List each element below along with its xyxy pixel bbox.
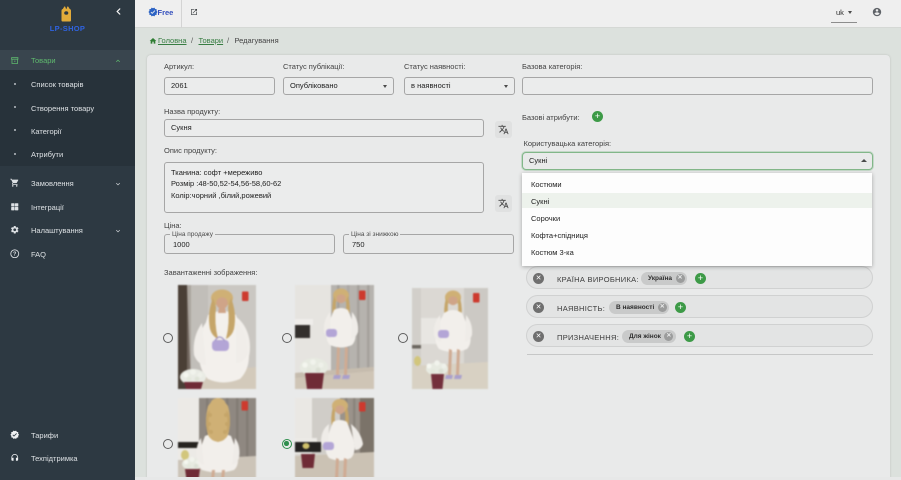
svg-text:?: ? (13, 251, 17, 257)
